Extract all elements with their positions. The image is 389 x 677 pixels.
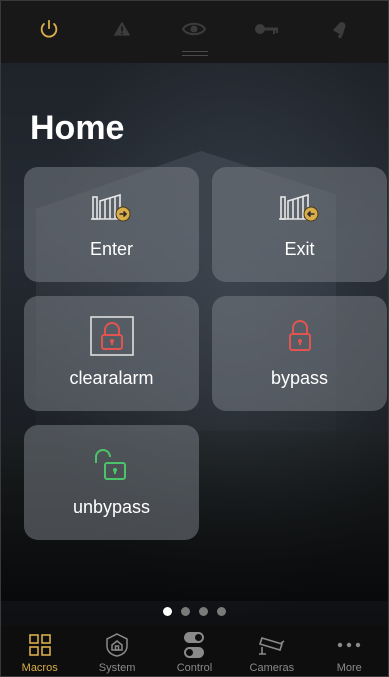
page-title: Home [30,109,125,147]
tab-label: System [98,662,136,674]
toggle-icon [183,630,205,660]
page-dot-1[interactable] [163,607,172,616]
more-dots-icon [337,630,361,660]
camera-icon [258,630,286,660]
tab-cameras[interactable]: Cameras [237,630,307,674]
gate-enter-icon [90,187,134,227]
macro-tile-exit[interactable]: Exit [212,167,387,282]
gate-exit-icon [278,187,322,227]
app-frame: Home Enter Exit clearalarm bypass unbypa… [0,0,389,677]
house-shield-icon [105,630,129,660]
key-icon[interactable] [249,11,285,47]
macro-tile-unbypass[interactable]: unbypass [24,425,199,540]
tab-more[interactable]: More [314,630,384,674]
tab-label: More [336,662,362,674]
macro-tile-enter[interactable]: Enter [24,167,199,282]
tab-label: Macros [21,662,58,674]
macro-tile-clearalarm[interactable]: clearalarm [24,296,199,411]
eye-icon[interactable] [176,11,212,47]
macro-label: Enter [89,239,134,259]
macro-tile-bypass[interactable]: bypass [212,296,387,411]
macro-label: clearalarm [69,368,154,388]
page-dot-4[interactable] [217,607,226,616]
drawer-handle[interactable] [181,51,208,56]
page-indicator [1,607,388,616]
macro-label: unbypass [72,497,151,517]
padlock-locked-icon [285,316,315,356]
padlock-unlocked-icon [92,445,132,485]
macro-label: bypass [270,368,329,388]
tab-label: Control [176,662,213,674]
power-icon[interactable] [31,11,67,47]
tab-control[interactable]: Control [159,630,229,674]
padlock-locked-icon [89,316,134,356]
page-dot-3[interactable] [199,607,208,616]
tab-macros[interactable]: Macros [5,630,75,674]
grid-icon [28,630,51,660]
tab-label: Cameras [249,662,295,674]
macro-label: Exit [284,239,315,259]
alarm-bell-icon[interactable] [322,11,358,47]
page-dot-2[interactable] [181,607,190,616]
status-toolbar [1,1,388,63]
bottom-tab-bar: Macros System Control Cameras More [1,626,388,676]
tab-system[interactable]: System [82,630,152,674]
warning-icon[interactable] [104,11,140,47]
